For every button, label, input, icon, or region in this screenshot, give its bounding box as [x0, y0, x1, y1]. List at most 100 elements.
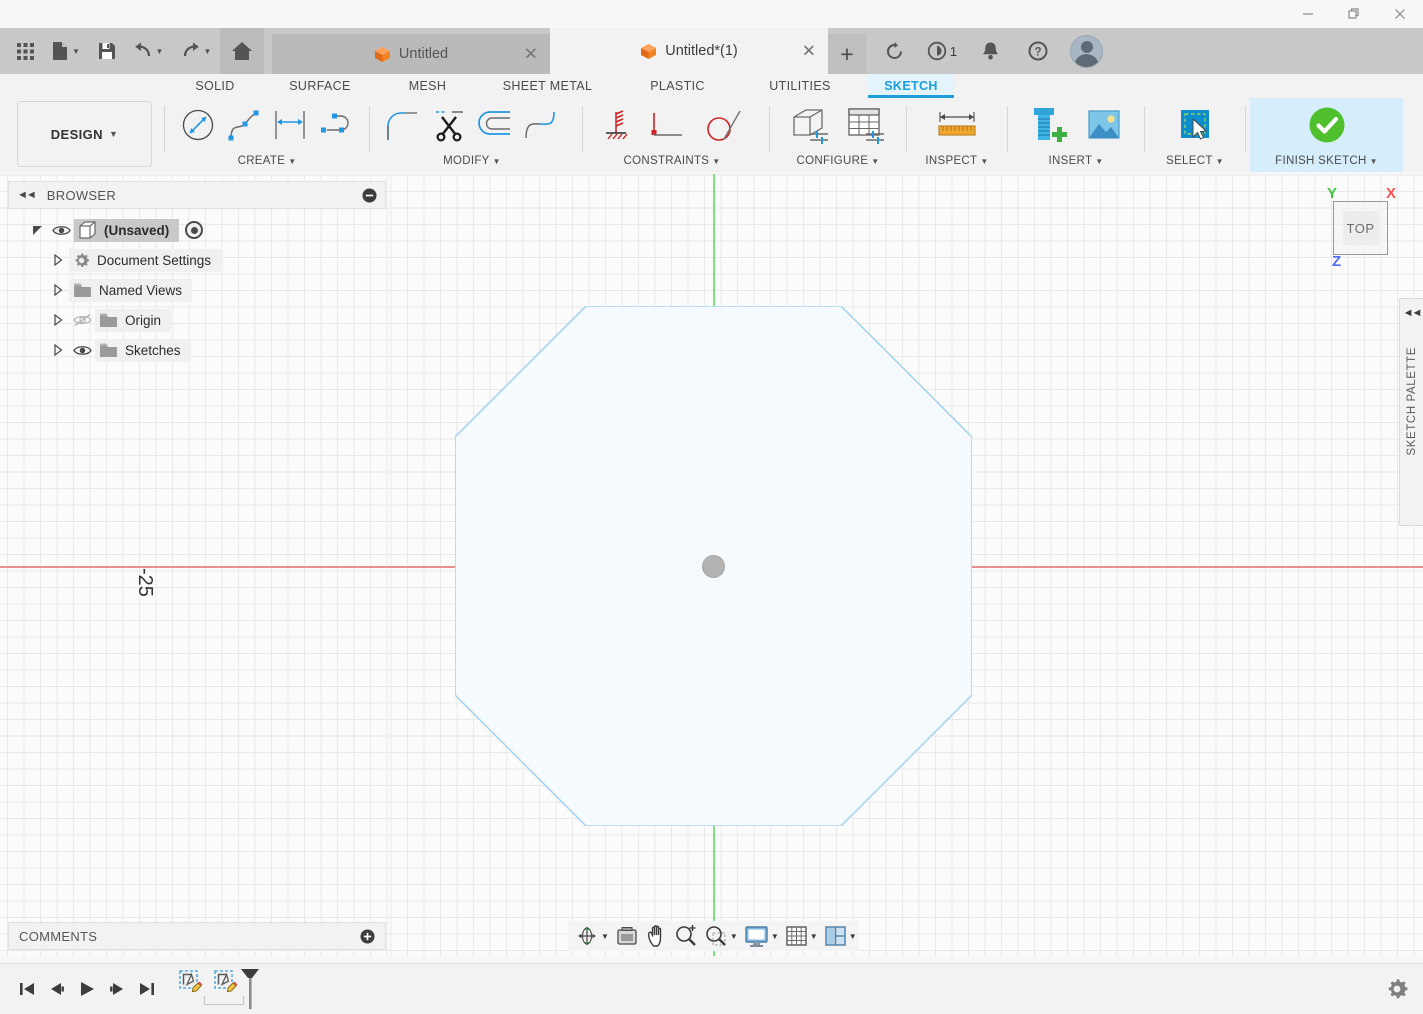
tree-label-container[interactable]: Document Settings	[69, 248, 222, 272]
modify-trim-button[interactable]	[426, 99, 472, 151]
help-button[interactable]: ?	[1014, 28, 1062, 74]
app-grid-button[interactable]	[8, 31, 42, 71]
timeline-play-button[interactable]	[72, 971, 102, 1007]
chevron-down-icon[interactable]: ▼	[849, 932, 857, 941]
create-slot-button[interactable]	[313, 99, 359, 151]
tree-row-sketches[interactable]: Sketches	[8, 338, 268, 362]
home-button[interactable]	[220, 28, 264, 74]
ribbon-tab-sheet-metal[interactable]: SHEET METAL	[480, 74, 615, 98]
timeline-jump-end-button[interactable]	[132, 971, 162, 1007]
document-tab-untitled[interactable]: Untitled ✕	[272, 34, 550, 74]
close-icon[interactable]: ✕	[802, 43, 816, 60]
modify-break-button[interactable]	[518, 99, 564, 151]
tree-row-document-settings[interactable]: Document Settings	[8, 248, 268, 272]
save-button[interactable]	[90, 31, 124, 71]
tree-label-container[interactable]: (Unsaved)	[74, 218, 180, 242]
chevron-down-icon[interactable]: ▼	[601, 932, 609, 941]
configure-design-button[interactable]	[782, 99, 838, 151]
zoom-button[interactable]	[671, 922, 701, 950]
chevron-down-icon[interactable]: ▼	[810, 932, 818, 941]
active-component-radio[interactable]	[185, 221, 204, 239]
create-rectangle-button[interactable]	[267, 99, 313, 151]
modify-fillet-button[interactable]	[380, 99, 426, 151]
chevron-down-icon[interactable]: ▼	[771, 932, 779, 941]
constraint-fix-button[interactable]	[593, 99, 639, 151]
tree-row-unsaved[interactable]: (Unsaved)	[8, 218, 268, 242]
visibility-eye-icon[interactable]	[48, 224, 74, 237]
ribbon-tab-plastic[interactable]: PLASTIC	[615, 74, 740, 98]
document-tab-untitled-1[interactable]: Untitled*(1) ✕	[550, 28, 828, 74]
constraint-tangent-button[interactable]	[695, 99, 751, 151]
chevron-down-icon[interactable]: ▼	[730, 932, 738, 941]
settings-button[interactable]	[1385, 977, 1409, 1001]
new-tab-button[interactable]: +	[828, 34, 866, 74]
close-icon[interactable]: ✕	[524, 46, 538, 63]
expand-arrow-icon[interactable]	[53, 344, 69, 356]
refresh-button[interactable]	[870, 28, 918, 74]
orbit-button[interactable]: ▼	[572, 922, 612, 950]
palette-collapse-button[interactable]: ◄◄	[1403, 307, 1423, 319]
visibility-eye-hidden-icon[interactable]	[69, 313, 95, 327]
comments-panel[interactable]: COMMENTS	[8, 922, 386, 950]
undo-button[interactable]: ▼	[124, 31, 172, 71]
create-spline-button[interactable]	[221, 99, 267, 151]
timeline-feature-sketch-1[interactable]	[176, 967, 206, 997]
account-button[interactable]	[1062, 28, 1110, 74]
add-comment-button[interactable]	[360, 929, 375, 944]
timeline-end-marker[interactable]	[238, 967, 262, 1011]
viewports-button[interactable]: ▼	[821, 922, 860, 950]
expand-arrow-icon[interactable]	[53, 254, 69, 266]
visibility-eye-icon[interactable]	[69, 344, 95, 357]
sketch-palette-tab[interactable]: ◄◄ SKETCH PALETTE	[1399, 298, 1423, 526]
ribbon-tab-utilities[interactable]: UTILITIES	[740, 74, 860, 98]
origin-point[interactable]	[702, 555, 725, 578]
insert-image-button[interactable]	[1076, 99, 1132, 151]
finish-sketch-button[interactable]	[1299, 99, 1355, 151]
panel-finish-sketch[interactable]: FINISH SKETCH ▼	[1250, 98, 1403, 172]
timeline-feature-sketch-2[interactable]	[211, 967, 241, 997]
timeline-jump-beginning-button[interactable]	[12, 971, 42, 1007]
design-workspace-selector[interactable]: DESIGN ▼	[17, 101, 152, 167]
chevron-down-icon[interactable]: ▼	[1370, 157, 1378, 166]
new-file-button[interactable]: ▼	[42, 31, 90, 71]
chevron-down-icon[interactable]: ▼	[980, 157, 988, 166]
create-line-button[interactable]	[175, 99, 221, 151]
constraint-coincident-button[interactable]	[639, 99, 695, 151]
tree-label-container[interactable]: Sketches	[95, 338, 191, 362]
select-tool-button[interactable]	[1167, 99, 1223, 151]
expand-arrow-icon[interactable]	[32, 225, 48, 236]
job-status-button[interactable]: 1	[918, 28, 966, 74]
tree-row-origin[interactable]: Origin	[8, 308, 268, 332]
expand-arrow-icon[interactable]	[53, 314, 69, 326]
notifications-button[interactable]	[966, 28, 1014, 74]
chevron-down-icon[interactable]: ▼	[1095, 157, 1103, 166]
pan-button[interactable]	[642, 922, 671, 950]
chevron-down-icon[interactable]: ▼	[493, 157, 501, 166]
tree-row-named-views[interactable]: Named Views	[8, 278, 268, 302]
fit-button[interactable]: ▼	[701, 922, 741, 950]
window-maximize-button[interactable]	[1331, 0, 1377, 28]
window-close-button[interactable]	[1377, 0, 1423, 28]
tree-label-container[interactable]: Named Views	[69, 278, 193, 302]
chevron-down-icon[interactable]: ▼	[1216, 157, 1224, 166]
timeline-step-back-button[interactable]	[42, 971, 72, 1007]
view-cube[interactable]: TOP Y X Z	[1327, 185, 1396, 270]
grid-snaps-button[interactable]: ▼	[782, 922, 821, 950]
insert-mcmaster-button[interactable]	[1020, 99, 1076, 151]
timeline-step-forward-button[interactable]	[102, 971, 132, 1007]
ribbon-tab-mesh[interactable]: MESH	[375, 74, 480, 98]
tree-label-container[interactable]: Origin	[95, 308, 172, 332]
ribbon-tab-surface[interactable]: SURFACE	[265, 74, 375, 98]
chevron-down-icon[interactable]: ▼	[288, 157, 296, 166]
configure-table-button[interactable]	[838, 99, 894, 151]
browser-collapse-button[interactable]: ◄◄	[17, 189, 37, 201]
modify-offset-button[interactable]	[472, 99, 518, 151]
window-minimize-button[interactable]	[1285, 0, 1331, 28]
browser-minimize-button[interactable]	[362, 188, 377, 203]
display-settings-button[interactable]: ▼	[741, 922, 782, 950]
ribbon-tab-sketch[interactable]: SKETCH	[868, 74, 954, 98]
inspect-measure-button[interactable]	[929, 99, 985, 151]
look-at-button[interactable]	[612, 922, 642, 950]
ribbon-tab-solid[interactable]: SOLID	[165, 74, 265, 98]
chevron-down-icon[interactable]: ▼	[712, 157, 720, 166]
